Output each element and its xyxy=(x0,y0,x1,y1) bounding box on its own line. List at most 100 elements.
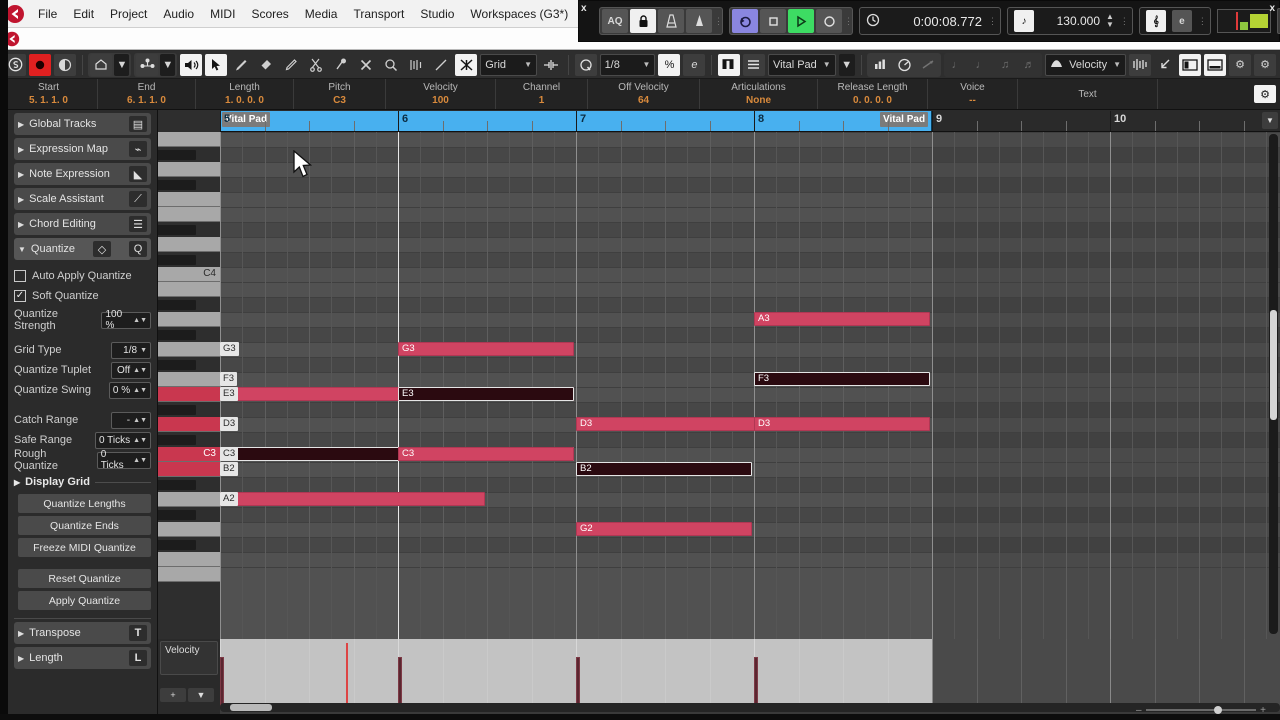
info-field-start[interactable]: Start 5. 1. 1. 0 xyxy=(0,79,98,109)
midi-note[interactable]: C3 xyxy=(398,447,574,461)
piano-key-G3[interactable] xyxy=(158,342,220,357)
speaker-icon[interactable] xyxy=(180,53,203,76)
setup-gear-icon[interactable]: ⚙ xyxy=(1229,53,1251,76)
tempo-stepper[interactable]: ▲ ▼ xyxy=(1106,13,1114,29)
piano-key-A3[interactable] xyxy=(158,312,220,327)
inspector-section-chord-editing[interactable]: ▶ Chord Editing ☰ xyxy=(14,213,151,235)
piano-key-G2[interactable] xyxy=(158,522,220,537)
quantize-chevron-down-icon[interactable]: ▼ xyxy=(643,60,651,69)
button-quantize-ends[interactable]: Quantize Ends xyxy=(18,516,151,535)
quantize-strength-field[interactable]: 100 % ▲▼ xyxy=(101,309,151,331)
draw-line-icon[interactable] xyxy=(430,54,452,76)
step-input-icon[interactable]: ♩ xyxy=(946,54,968,76)
signature-handle[interactable]: ⋮ xyxy=(1198,16,1207,25)
quantize-edit-icon[interactable]: e xyxy=(683,53,706,76)
chord-icon[interactable] xyxy=(869,54,891,76)
info-line-gear-icon[interactable]: ⚙ xyxy=(1254,85,1276,103)
grid-type-field[interactable]: 1/8 ▼ xyxy=(111,341,151,359)
velocity-lane[interactable] xyxy=(220,639,1280,707)
info-field-value[interactable]: 1. 0. 0. 0 xyxy=(225,94,264,107)
vertical-scroll-thumb[interactable] xyxy=(1270,310,1277,420)
menu-item-studio[interactable]: Studio xyxy=(412,1,462,27)
config-gear-icon[interactable]: ⚙ xyxy=(1254,53,1276,76)
info-field-velocity[interactable]: Velocity 100 xyxy=(386,79,496,109)
inspector-section-transpose[interactable]: ▶ Transpose T xyxy=(14,622,151,644)
lock-icon[interactable] xyxy=(630,9,656,33)
midi-note[interactable]: A3 xyxy=(754,312,930,326)
autoscroll-icon[interactable] xyxy=(90,53,113,76)
timewarp-icon[interactable] xyxy=(405,54,427,76)
inspector-section-global-tracks[interactable]: ▶ Global Tracks ▤ xyxy=(14,113,151,135)
note-icon[interactable]: ♩ xyxy=(970,54,992,76)
button-quantize-lengths[interactable]: Quantize Lengths xyxy=(18,494,151,513)
velocity-bar[interactable] xyxy=(576,657,580,707)
velocity-bar[interactable] xyxy=(754,657,758,707)
piano-key-B3[interactable] xyxy=(158,282,220,297)
quantize-q-panel-icon[interactable]: Q xyxy=(128,241,147,257)
section-expand-triangle-icon[interactable]: ▶ xyxy=(18,145,24,154)
piano-key-A2[interactable] xyxy=(158,492,220,507)
quantize-tuplet-stepper[interactable]: ▲▼ xyxy=(133,367,147,374)
controller-lane-combo[interactable]: Velocity ▼ xyxy=(1045,53,1126,76)
menu-item-audio[interactable]: Audio xyxy=(155,1,202,27)
note-expression-icon[interactable]: ◣ xyxy=(129,166,147,182)
acoustic-feedback-icon[interactable] xyxy=(54,53,76,76)
quantize-tuplet-field[interactable]: Off ▲▼ xyxy=(111,361,151,379)
zoom-icon[interactable] xyxy=(380,54,402,76)
grid-chevron-down-icon[interactable]: ▼ xyxy=(524,60,532,69)
info-field-value[interactable]: 6. 1. 1. 0 xyxy=(127,94,166,107)
soft-quantize-checkbox[interactable]: ✓ xyxy=(14,290,26,302)
midi-note[interactable]: B2 xyxy=(576,462,752,476)
midi-note[interactable]: G3 xyxy=(398,342,574,356)
snap-icon[interactable] xyxy=(455,53,478,76)
quantize-swing-field[interactable]: 0 % ▲▼ xyxy=(108,381,151,399)
inspector-section-expression-map[interactable]: ▶ Expression Map ⌁ xyxy=(14,138,151,160)
info-field-text[interactable]: Text xyxy=(1018,79,1158,109)
display-grid-row[interactable]: ▶ Display Grid xyxy=(14,476,151,488)
transport-close-left[interactable]: x xyxy=(581,3,587,14)
quantize-preset-combo[interactable]: 1/8 ▼ xyxy=(599,53,656,76)
section-collapse-triangle-icon[interactable]: ▼ xyxy=(18,245,26,254)
play-icon[interactable] xyxy=(788,9,814,33)
info-field-value[interactable]: 64 xyxy=(638,94,649,107)
note-grid[interactable]: E3C3A2G3E3C3D3B2G2A3F3D3G3F3E3D3C3B2A2 xyxy=(220,132,1280,639)
piano-key-F2[interactable] xyxy=(158,552,220,567)
record-in-editor-icon[interactable] xyxy=(29,53,51,76)
info-field-articulations[interactable]: Articulations None xyxy=(700,79,818,109)
soft-quantize-row[interactable]: ✓ Soft Quantize xyxy=(14,286,151,306)
info-field-channel[interactable]: Channel 1 xyxy=(496,79,588,109)
inspector-section-note-expression[interactable]: ▶ Note Expression ◣ xyxy=(14,163,151,185)
transpose-icon[interactable] xyxy=(917,54,939,76)
piano-key-A4[interactable] xyxy=(158,132,220,147)
rough-quantize-field[interactable]: 0 Ticks ▲▼ xyxy=(96,449,151,471)
velocity-bar[interactable] xyxy=(398,657,402,707)
zoom-knob[interactable] xyxy=(1214,706,1223,714)
quantize-icon[interactable]: ◇ xyxy=(92,241,111,257)
piano-key-E2[interactable] xyxy=(158,567,220,582)
eraser-icon[interactable] xyxy=(255,54,277,76)
horizontal-scrollbar[interactable] xyxy=(220,703,1280,712)
piano-key-D4[interactable] xyxy=(158,237,220,252)
menu-item-media[interactable]: Media xyxy=(297,1,346,27)
midi-input-icon[interactable]: ♫ xyxy=(994,54,1016,76)
info-field-off-velocity[interactable]: Off Velocity 64 xyxy=(588,79,700,109)
scissors-icon[interactable] xyxy=(305,54,327,76)
percent-icon[interactable]: % xyxy=(658,53,681,76)
quantize-swing-stepper[interactable]: ▲▼ xyxy=(133,387,147,394)
info-field-value[interactable]: C3 xyxy=(333,94,346,107)
info-field-value[interactable]: 100 xyxy=(432,94,449,107)
controller-lane-name[interactable]: Velocity xyxy=(160,641,218,675)
rough-quantize-stepper[interactable]: ▲▼ xyxy=(133,457,147,464)
autoscroll-chevron-down-icon[interactable]: ▼ xyxy=(114,53,130,76)
menu-item-project[interactable]: Project xyxy=(102,1,155,27)
snap-to-grid-icon[interactable] xyxy=(540,54,562,76)
piano-key-Cs4[interactable] xyxy=(158,255,196,265)
inspector-section-quantize[interactable]: ▼ Quantize ◇ Q xyxy=(14,238,151,260)
time-signature-icon[interactable]: 𝄞 xyxy=(1145,10,1166,32)
info-field-end[interactable]: End 6. 1. 1. 0 xyxy=(98,79,196,109)
section-expand-triangle-icon[interactable]: ▶ xyxy=(18,170,24,179)
glue-icon[interactable] xyxy=(330,54,352,76)
time-handle[interactable]: ⋮ xyxy=(988,16,997,25)
piano-key-Ds3[interactable] xyxy=(158,405,196,415)
quantize-q-icon[interactable] xyxy=(574,53,597,76)
